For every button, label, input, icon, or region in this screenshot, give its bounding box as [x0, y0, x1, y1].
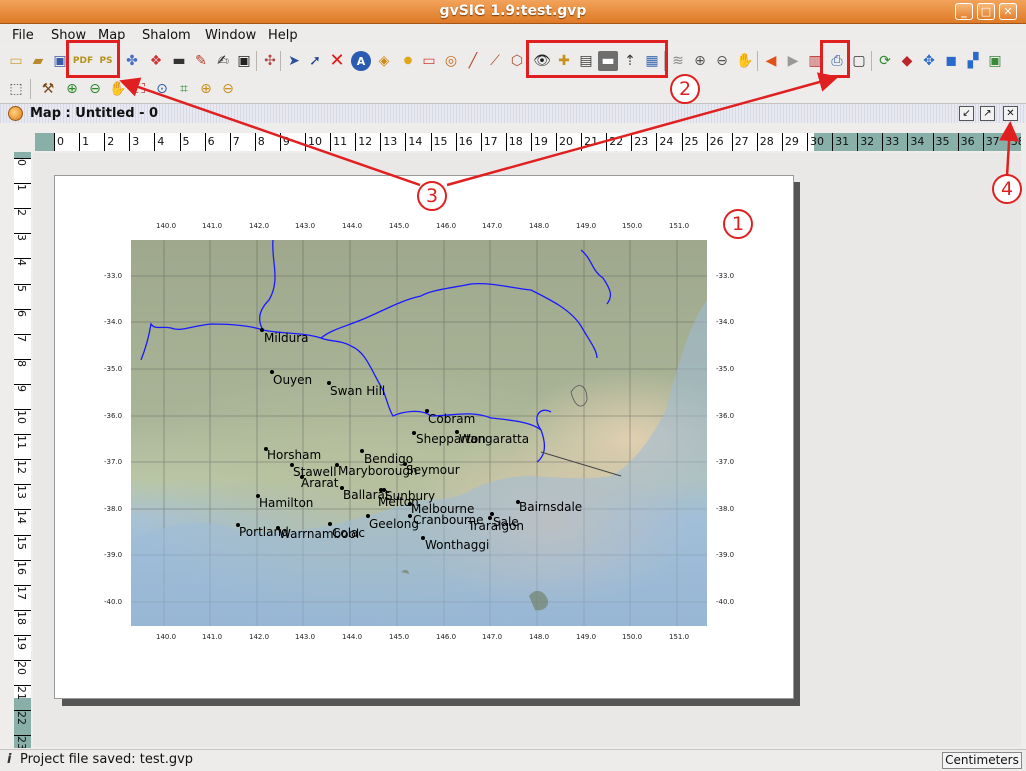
annotation-3: 3 — [417, 181, 447, 211]
status-bar: i Project file saved: test.gvp Centimete… — [0, 749, 1026, 771]
status-message: Project file saved: test.gvp — [20, 752, 194, 767]
annotation-4: 4 — [992, 174, 1022, 204]
annotation-2: 2 — [670, 74, 700, 104]
annotation-arrows — [119, 72, 1020, 187]
info-icon: i — [7, 752, 12, 767]
units-selector[interactable]: Centimeters — [942, 752, 1022, 769]
annotation-1: 1 — [723, 209, 753, 239]
